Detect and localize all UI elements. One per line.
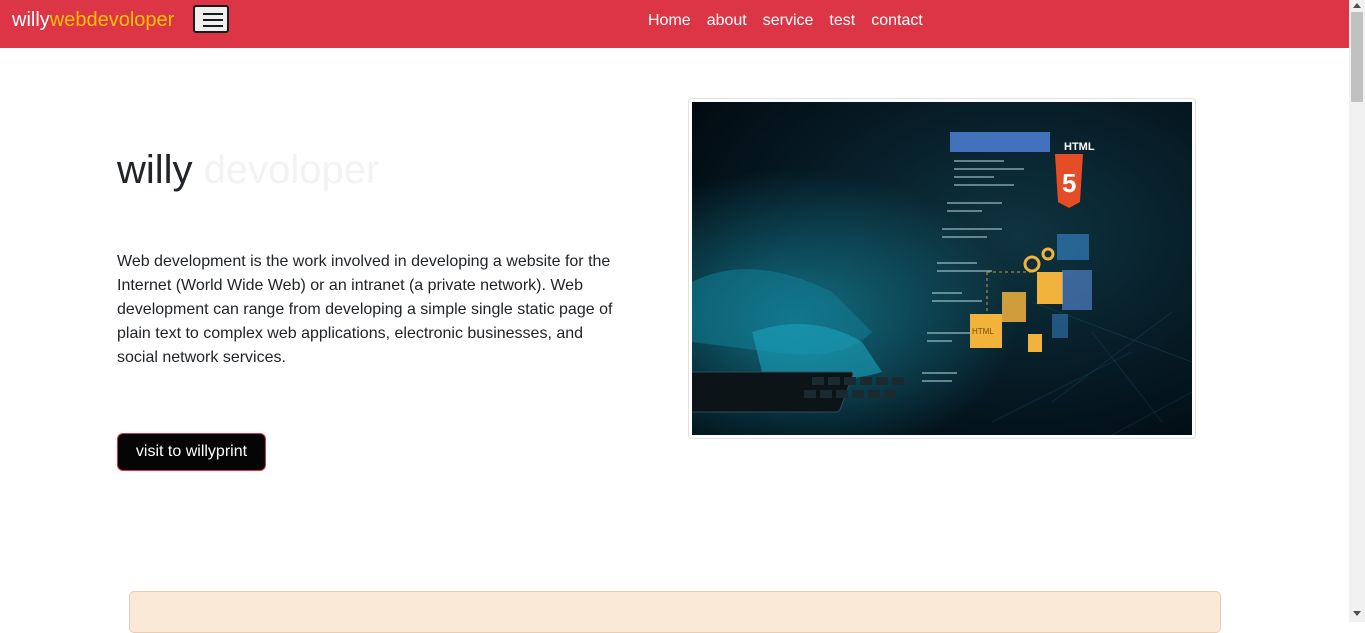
hamburger-line (203, 19, 223, 21)
nav-link-test[interactable]: test (821, 12, 863, 30)
scroll-down-icon[interactable] (1353, 611, 1361, 616)
hero-title-main: willy (117, 148, 193, 192)
brand-logo[interactable]: willywebdevoloper (12, 9, 174, 32)
hero-paragraph: Web development is the work involved in … (117, 253, 613, 366)
html-five-text: 5 (1062, 168, 1076, 198)
coding-illustration: HTML 5 HTML (692, 102, 1192, 435)
hero-title: willy devoloper (117, 148, 379, 193)
hero-image: HTML 5 HTML (688, 98, 1196, 439)
nav-link-home[interactable]: Home (640, 12, 699, 30)
hamburger-menu-icon[interactable] (193, 5, 229, 33)
content-card (129, 591, 1221, 633)
html-tag-text: HTML (972, 327, 994, 336)
scrollbar-thumb[interactable] (1351, 12, 1363, 102)
nav-link-contact[interactable]: contact (863, 12, 931, 30)
hamburger-line (203, 13, 223, 15)
nav-link-about[interactable]: about (699, 12, 755, 30)
nav-links: Home about service test contact (640, 12, 931, 30)
html-label-text: HTML (1064, 141, 1095, 153)
brand-accent-text: webdevoloper (49, 9, 175, 31)
navbar: willywebdevoloper Home about service tes… (0, 0, 1349, 48)
hero-title-faded: devoloper (203, 148, 380, 192)
scroll-up-icon[interactable] (1353, 3, 1361, 8)
brand-main-text: willy (12, 9, 50, 31)
visit-willyprint-button[interactable]: visit to willyprint (117, 433, 266, 471)
nav-link-service[interactable]: service (755, 12, 822, 30)
hamburger-line (203, 25, 223, 27)
